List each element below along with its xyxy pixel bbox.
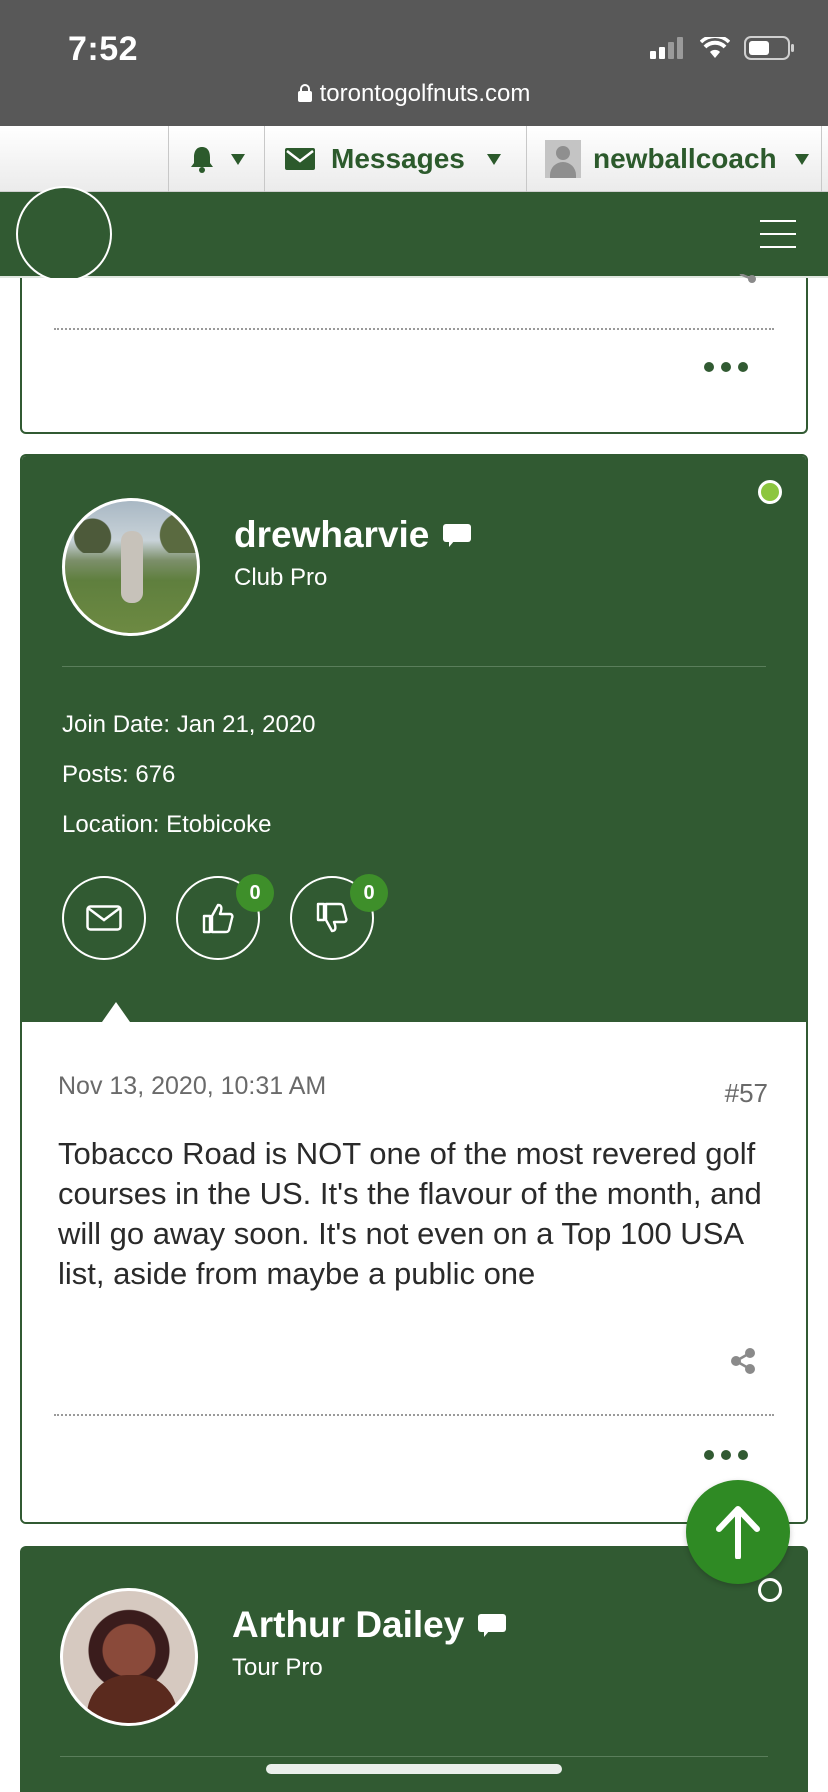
notifications-button[interactable]	[168, 126, 264, 192]
post-card: drewharvie Club Pro Join Date: Jan 21, 2…	[20, 454, 808, 1524]
next-post-card: Arthur Dailey Tour Pro	[20, 1546, 808, 1792]
site-header	[0, 186, 828, 282]
divider	[54, 1414, 774, 1416]
forum-toolbar: Messages newballcoach	[0, 126, 828, 192]
hamburger-menu-icon[interactable]	[760, 220, 796, 248]
chevron-down-icon	[486, 153, 501, 165]
like-button[interactable]: 0	[176, 874, 274, 960]
site-logo[interactable]	[16, 186, 112, 282]
url-text: torontogolfnuts.com	[319, 80, 531, 107]
author-name[interactable]: Arthur Dailey	[232, 1604, 507, 1646]
wifi-icon	[700, 37, 730, 58]
chat-bubble-icon[interactable]	[478, 1614, 507, 1637]
chat-bubble-icon[interactable]	[443, 524, 472, 547]
join-date: Join Date: Jan 21, 2020	[62, 711, 316, 738]
dislike-count-badge: 0	[350, 874, 388, 912]
more-options-icon[interactable]	[704, 1450, 748, 1460]
location: Location: Etobicoke	[62, 811, 272, 838]
scroll-to-top-button[interactable]	[686, 1480, 790, 1584]
dislike-button[interactable]: 0	[290, 874, 388, 960]
status-icons	[650, 36, 796, 60]
home-indicator[interactable]	[266, 1764, 562, 1774]
chevron-down-icon	[230, 153, 245, 165]
username-label: newballcoach	[593, 143, 777, 174]
messages-button[interactable]: Messages	[264, 126, 526, 192]
panel-pointer	[102, 1002, 130, 1022]
divider	[60, 1756, 768, 1757]
author-avatar[interactable]	[60, 1588, 198, 1726]
address-bar[interactable]: torontogolfnuts.com	[0, 80, 828, 108]
user-menu-button[interactable]: newballcoach	[526, 126, 822, 192]
more-options-icon[interactable]	[704, 362, 748, 372]
bell-icon	[190, 147, 213, 173]
status-time: 7:52	[68, 30, 139, 68]
previous-post-card	[20, 274, 808, 434]
status-bar: 7:52 torontogolfnuts.com	[0, 0, 828, 126]
author-avatar[interactable]	[62, 498, 200, 636]
author-info: Join Date: Jan 21, 2020 Posts: 676 Locat…	[62, 700, 316, 850]
like-count-badge: 0	[236, 874, 274, 912]
divider	[54, 328, 774, 330]
user-avatar-icon	[545, 140, 581, 178]
send-message-button[interactable]	[62, 876, 146, 960]
post-date: Nov 13, 2020, 10:31 AM	[58, 1072, 327, 1100]
post-body: Nov 13, 2020, 10:31 AM #57 Tobacco Road …	[22, 1022, 806, 1522]
share-icon[interactable]	[728, 1346, 758, 1376]
author-name-text: Arthur Dailey	[232, 1604, 465, 1645]
envelope-icon	[285, 148, 315, 170]
battery-icon	[744, 36, 794, 60]
author-name[interactable]: drewharvie	[234, 514, 472, 556]
divider	[62, 666, 766, 667]
author-name-text: drewharvie	[234, 514, 430, 555]
share-icon[interactable]	[736, 274, 756, 284]
thumbs-up-icon	[202, 903, 234, 934]
envelope-icon	[86, 905, 122, 931]
post-content: Tobacco Road is NOT one of the most reve…	[58, 1136, 762, 1291]
thumbs-down-icon	[316, 902, 348, 933]
messages-label: Messages	[331, 143, 465, 174]
post-author-panel: drewharvie Club Pro Join Date: Jan 21, 2…	[22, 456, 806, 1022]
post-count: Posts: 676	[62, 761, 176, 788]
online-status-icon	[758, 480, 782, 504]
chevron-down-icon	[794, 153, 809, 165]
author-rank: Tour Pro	[232, 1654, 323, 1681]
author-rank: Club Pro	[234, 564, 328, 591]
arrow-up-icon	[716, 1506, 760, 1559]
lock-icon	[297, 84, 312, 102]
author-actions: 0 0	[62, 874, 388, 960]
post-number-link[interactable]: #57	[725, 1078, 768, 1109]
offline-status-icon	[758, 1578, 782, 1602]
cellular-signal-icon	[650, 37, 683, 59]
